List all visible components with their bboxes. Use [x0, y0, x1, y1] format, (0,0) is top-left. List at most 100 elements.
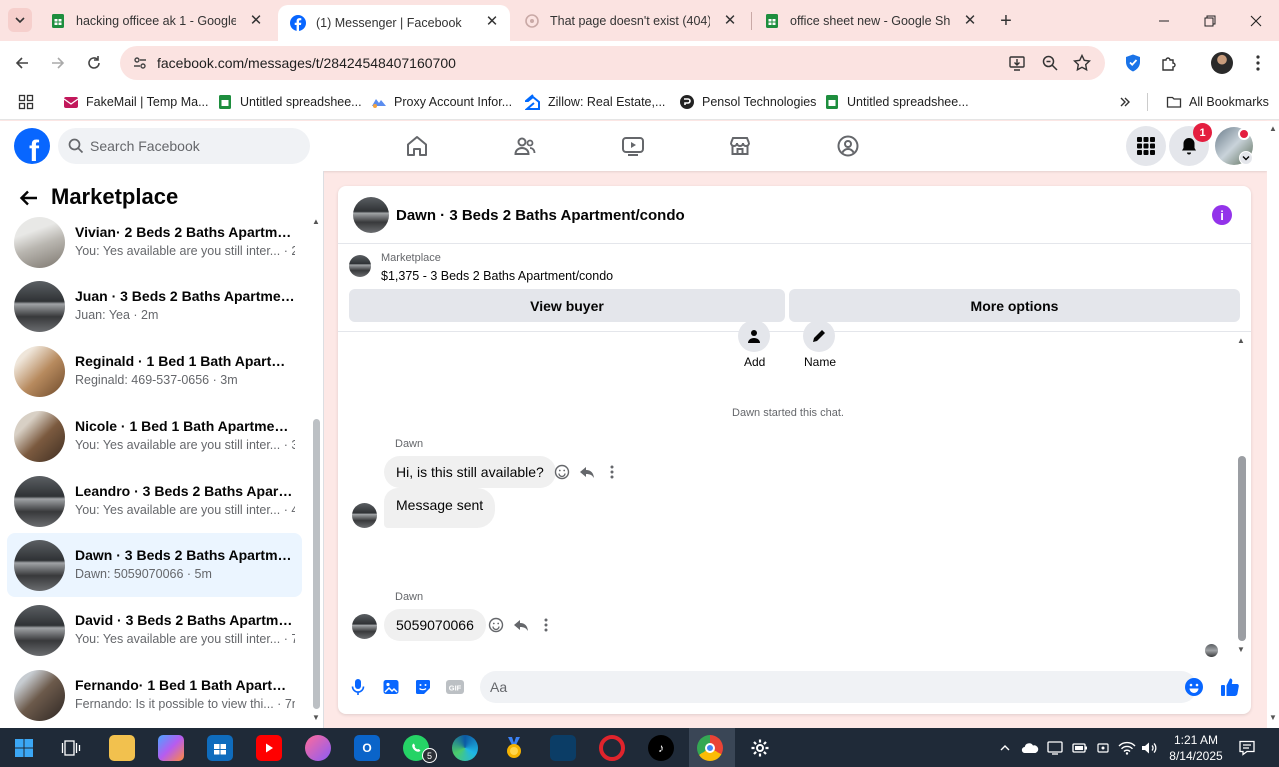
nav-marketplace[interactable]: [727, 133, 753, 159]
react-button[interactable]: [553, 463, 571, 481]
system-clock[interactable]: 1:21 AM 8/14/2025: [1166, 732, 1226, 764]
facebook-search[interactable]: [58, 128, 310, 164]
search-input[interactable]: [90, 128, 300, 164]
onedrive-icon[interactable]: [1021, 739, 1039, 757]
outlook-icon[interactable]: O: [354, 735, 380, 761]
conversation-item[interactable]: David · 3 Beds 2 Baths Apartment/condo Y…: [7, 598, 302, 662]
bookmark-untitled-spreadsheet-2[interactable]: Untitled spreadshee...: [824, 93, 969, 111]
all-bookmarks-button[interactable]: All Bookmarks: [1166, 93, 1269, 111]
bookmark-pensol[interactable]: Pensol Technologies: [679, 93, 816, 111]
sender-avatar[interactable]: [352, 503, 377, 528]
extensions-button[interactable]: [1157, 51, 1181, 75]
back-button[interactable]: [17, 186, 41, 210]
opera-icon[interactable]: [599, 735, 625, 761]
notification-center-icon[interactable]: [1238, 739, 1256, 757]
conversation-item[interactable]: Reginald · 1 Bed 1 Bath Apartment/condo …: [7, 339, 302, 403]
reply-button[interactable]: [578, 463, 596, 481]
conversation-item[interactable]: Nicole · 1 Bed 1 Bath Apartment/condo Yo…: [7, 404, 302, 468]
back-button[interactable]: [10, 51, 34, 75]
sender-avatar[interactable]: [352, 614, 377, 639]
tab-office-sheet[interactable]: office sheet new - Google Sheets ✕: [752, 0, 988, 41]
profile-button[interactable]: [1210, 51, 1234, 75]
url-text[interactable]: facebook.com/messages/t/2842454840716070…: [157, 55, 456, 71]
chat-scrollbar-thumb[interactable]: [1238, 456, 1246, 641]
location-icon[interactable]: [1094, 739, 1112, 757]
nav-gaming[interactable]: [835, 133, 861, 159]
close-tab-icon[interactable]: ✕: [962, 12, 978, 29]
apps-button[interactable]: [18, 93, 34, 111]
close-tab-icon[interactable]: ✕: [248, 12, 264, 29]
chrome-icon[interactable]: [697, 735, 723, 761]
start-button[interactable]: [11, 735, 37, 761]
view-buyer-button[interactable]: View buyer: [349, 289, 785, 322]
chat-avatar[interactable]: [353, 197, 389, 233]
conversation-item-active[interactable]: Dawn · 3 Beds 2 Baths Apartment/condo Da…: [7, 533, 302, 597]
bookmark-proxy-account[interactable]: Proxy Account Infor...: [371, 93, 512, 111]
more-options-button[interactable]: More options: [789, 289, 1240, 322]
react-button[interactable]: [487, 616, 505, 634]
edge-icon[interactable]: [452, 735, 478, 761]
wifi-icon[interactable]: [1118, 739, 1136, 757]
close-tab-icon[interactable]: ✕: [722, 12, 738, 29]
file-explorer-icon[interactable]: [109, 735, 135, 761]
app-icon[interactable]: [550, 735, 576, 761]
message-more-button[interactable]: [603, 463, 621, 481]
message-bubble[interactable]: 5059070066: [384, 609, 486, 641]
site-info-icon[interactable]: [132, 55, 148, 71]
bookmark-untitled-spreadsheet-1[interactable]: Untitled spreadshee...: [217, 93, 362, 111]
copilot-icon[interactable]: [158, 735, 184, 761]
extension-shield-button[interactable]: [1121, 51, 1145, 75]
tiktok-icon[interactable]: ♪: [648, 735, 674, 761]
zoom-icon[interactable]: [1040, 53, 1060, 73]
tab-hacking-officee[interactable]: hacking officee ak 1 - Google Sheets ✕: [38, 0, 274, 41]
show-hidden-icons[interactable]: [996, 739, 1014, 757]
reload-button[interactable]: [82, 51, 106, 75]
omnibox[interactable]: facebook.com/messages/t/2842454840716070…: [120, 46, 1105, 80]
conversation-item[interactable]: Juan · 3 Beds 2 Baths Apartment/condo Ju…: [7, 274, 302, 338]
conversation-item[interactable]: Fernando· 1 Bed 1 Bath Apartment/condo F…: [7, 663, 302, 727]
bookmark-fakemail[interactable]: FakeMail | Temp Ma...: [63, 93, 209, 111]
voice-clip-button[interactable]: [347, 676, 369, 698]
task-view-button[interactable]: [58, 735, 84, 761]
screen-icon[interactable]: [1046, 739, 1064, 757]
new-tab-button[interactable]: +: [994, 9, 1018, 33]
volume-icon[interactable]: [1141, 739, 1159, 757]
close-tab-icon[interactable]: ✕: [484, 13, 500, 30]
tab-search-button[interactable]: [8, 8, 32, 32]
sidebar-scroll-down[interactable]: ▼: [312, 713, 320, 722]
battery-icon[interactable]: [1071, 739, 1089, 757]
reply-button[interactable]: [512, 616, 530, 634]
add-contact-button[interactable]: [738, 320, 770, 352]
scroll-up-arrow[interactable]: ▲: [1269, 124, 1277, 133]
attach-photo-button[interactable]: [380, 676, 402, 698]
chat-scroll-down[interactable]: ▼: [1237, 645, 1245, 654]
page-scrollbar[interactable]: ▲ ▼: [1267, 121, 1279, 728]
more-bookmarks-button[interactable]: [1118, 93, 1132, 111]
store-icon[interactable]: [207, 735, 233, 761]
minimize-button[interactable]: [1141, 0, 1187, 41]
emoji-button[interactable]: [1183, 676, 1205, 698]
gif-button[interactable]: GIF: [444, 676, 466, 698]
settings-icon[interactable]: [747, 735, 773, 761]
message-bubble[interactable]: Hi, is this still available?: [384, 456, 556, 488]
listing-thumbnail[interactable]: [349, 255, 371, 277]
info-button[interactable]: i: [1212, 205, 1232, 225]
close-window-button[interactable]: [1233, 0, 1279, 41]
medal-icon[interactable]: [501, 735, 527, 761]
app-icon[interactable]: [305, 735, 331, 761]
chat-title[interactable]: Dawn · 3 Beds 2 Baths Apartment/condo: [396, 207, 685, 224]
tab-messenger[interactable]: (1) Messenger | Facebook ✕: [278, 5, 510, 41]
sidebar-scroll-up[interactable]: ▲: [312, 217, 320, 226]
chat-scroll-up[interactable]: ▲: [1237, 336, 1245, 345]
facebook-logo[interactable]: f: [14, 128, 50, 164]
scroll-down-arrow[interactable]: ▼: [1269, 713, 1277, 722]
browser-menu-button[interactable]: [1246, 51, 1270, 75]
menu-button[interactable]: [1126, 126, 1166, 166]
message-bubble[interactable]: Message sent: [384, 488, 496, 528]
nav-video[interactable]: [620, 133, 646, 159]
restore-button[interactable]: [1187, 0, 1233, 41]
name-contact-button[interactable]: [803, 320, 835, 352]
sticker-button[interactable]: [412, 676, 434, 698]
conversation-item[interactable]: Leandro · 3 Beds 2 Baths Apartment/condo…: [7, 469, 302, 533]
nav-home[interactable]: [404, 133, 430, 159]
